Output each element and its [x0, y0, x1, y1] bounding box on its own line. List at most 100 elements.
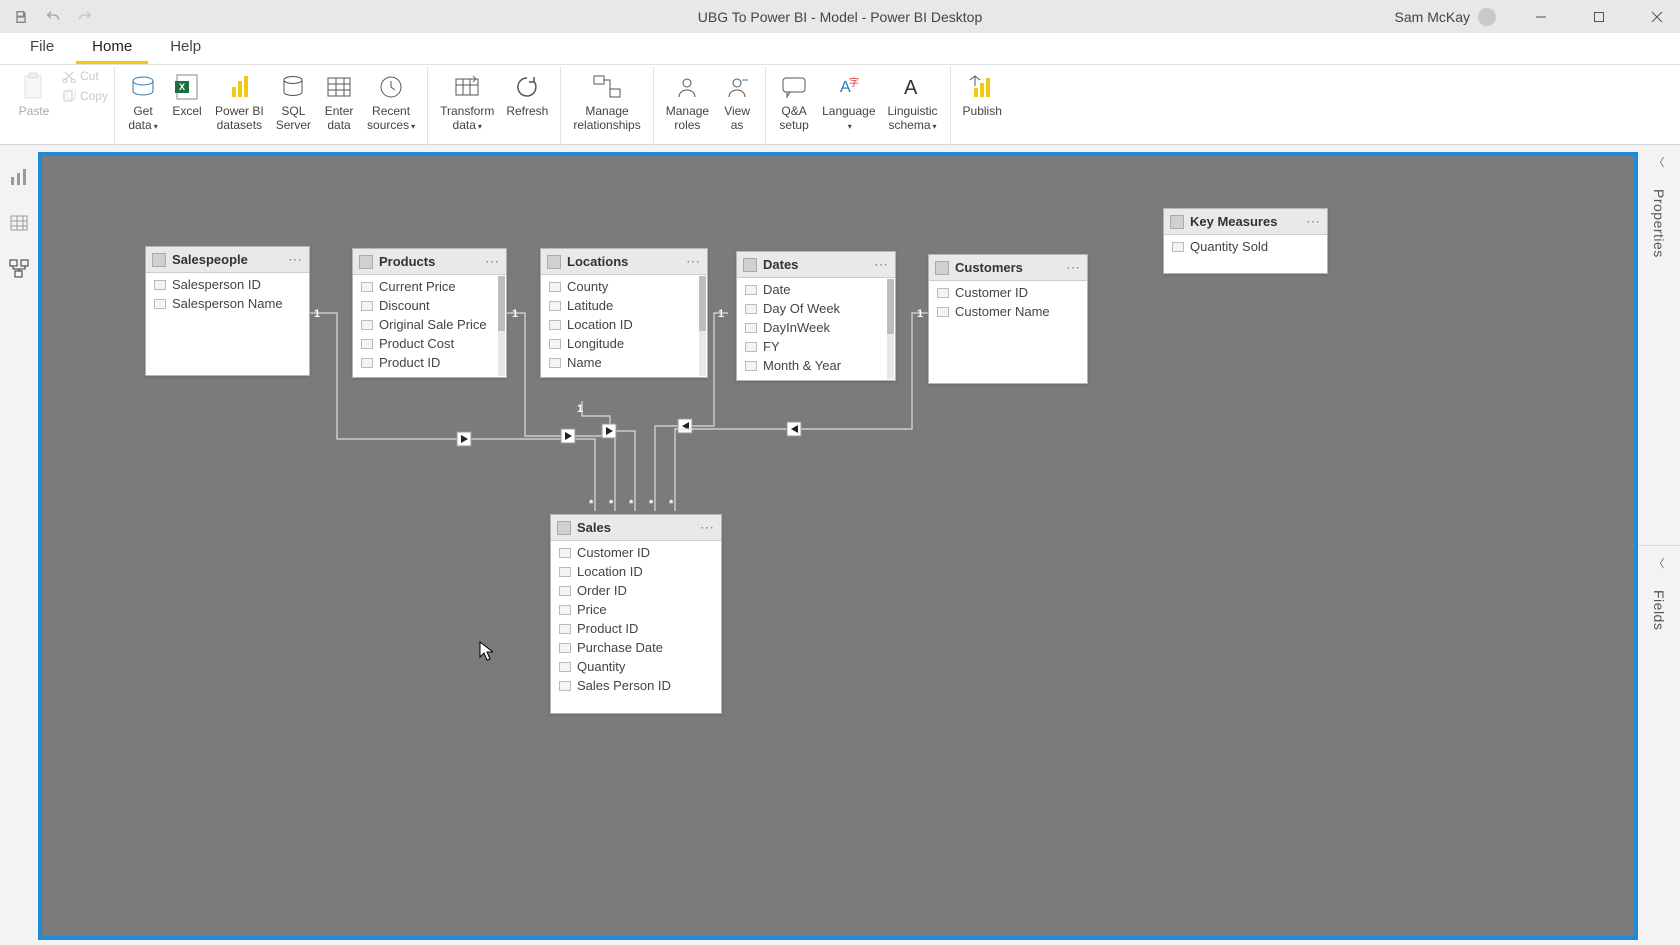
table-options-icon[interactable]: ⋯ — [1306, 213, 1321, 230]
field-row[interactable]: Original Sale Price — [353, 315, 506, 334]
field-row[interactable]: Customer Name — [929, 302, 1087, 321]
refresh-button[interactable]: Refresh — [500, 69, 554, 121]
data-view-button[interactable] — [7, 211, 31, 235]
redo-icon[interactable] — [76, 8, 94, 26]
table-header[interactable]: Salespeople ⋯ — [146, 247, 309, 273]
table-options-icon[interactable]: ⋯ — [288, 251, 303, 268]
table-options-icon[interactable]: ⋯ — [874, 256, 889, 273]
field-row[interactable]: Product ID — [551, 619, 721, 638]
get-data-button[interactable]: Get data▾ — [121, 69, 165, 135]
field-row[interactable]: Purchase Date — [551, 638, 721, 657]
paste-icon — [18, 71, 50, 103]
model-canvas[interactable]: 1 * 1 * 1 * 1 * 1 — [38, 152, 1638, 940]
field-row[interactable]: Latitude — [541, 296, 707, 315]
field-row[interactable]: Day Of Week — [737, 299, 895, 318]
scrollbar[interactable] — [498, 276, 505, 376]
table-options-icon[interactable]: ⋯ — [700, 519, 715, 536]
field-row[interactable]: Price — [551, 600, 721, 619]
model-view-button[interactable] — [7, 257, 31, 281]
table-header[interactable]: Customers ⋯ — [929, 255, 1087, 281]
field-row[interactable]: Customer ID — [551, 543, 721, 562]
ribbon: Paste Cut Copy Get data▾ X Excel Power B… — [0, 65, 1680, 145]
field-row[interactable]: Salesperson ID — [146, 275, 309, 294]
excel-icon: X — [171, 71, 203, 103]
save-icon[interactable] — [12, 8, 30, 26]
table-customers[interactable]: Customers ⋯ Customer ID Customer Name — [928, 254, 1088, 384]
svg-text:字: 字 — [849, 76, 859, 89]
recent-sources-button[interactable]: Recent sources▾ — [361, 69, 421, 135]
tab-file[interactable]: File — [14, 32, 70, 64]
expand-properties-button[interactable]: 〈 — [1638, 145, 1680, 179]
linguistic-schema-button[interactable]: A Linguistic schema▾ — [882, 69, 944, 135]
svg-text:1: 1 — [917, 308, 923, 320]
view-as-button[interactable]: View as — [715, 69, 759, 135]
field-row[interactable]: Location ID — [551, 562, 721, 581]
manage-relationships-button[interactable]: Manage relationships — [567, 69, 646, 135]
field-row[interactable]: Customer ID — [929, 283, 1087, 302]
maximize-button[interactable] — [1576, 0, 1622, 33]
table-locations[interactable]: Locations ⋯ County Latitude Location ID … — [540, 248, 708, 378]
table-salespeople[interactable]: Salespeople ⋯ Salesperson ID Salesperson… — [145, 246, 310, 376]
table-icon — [547, 255, 561, 269]
tab-home[interactable]: Home — [76, 32, 148, 64]
pbi-datasets-button[interactable]: Power BI datasets — [209, 69, 270, 135]
table-header[interactable]: Products ⋯ — [353, 249, 506, 275]
language-button[interactable]: A字 Language▾ — [816, 69, 881, 135]
field-row[interactable]: County — [541, 277, 707, 296]
field-row[interactable]: Current Price — [353, 277, 506, 296]
field-row[interactable]: Quantity — [551, 657, 721, 676]
properties-pane-collapsed[interactable]: Properties — [1638, 179, 1680, 545]
field-row[interactable]: Longitude — [541, 334, 707, 353]
table-header[interactable]: Locations ⋯ — [541, 249, 707, 275]
field-row[interactable]: Location ID — [541, 315, 707, 334]
table-products[interactable]: Products ⋯ Current Price Discount Origin… — [352, 248, 507, 378]
close-button[interactable] — [1634, 0, 1680, 33]
field-row[interactable]: Sales Person ID — [551, 676, 721, 695]
scrollbar[interactable] — [699, 276, 706, 376]
tab-help[interactable]: Help — [154, 32, 217, 64]
sql-server-button[interactable]: SQL Server — [270, 69, 317, 135]
table-options-icon[interactable]: ⋯ — [1066, 259, 1081, 276]
scrollbar[interactable] — [887, 279, 894, 379]
field-row[interactable]: Date — [737, 280, 895, 299]
table-header[interactable]: Key Measures ⋯ — [1164, 209, 1327, 235]
field-row[interactable]: DayInWeek — [737, 318, 895, 337]
table-options-icon[interactable]: ⋯ — [485, 253, 500, 270]
field-row[interactable]: Salesperson Name — [146, 294, 309, 313]
field-icon — [361, 339, 373, 349]
excel-button[interactable]: X Excel — [165, 69, 209, 121]
ribbon-group-security: Manage roles View as — [654, 67, 766, 145]
field-row[interactable]: FY — [737, 337, 895, 356]
publish-button[interactable]: Publish — [957, 69, 1008, 121]
enter-data-button[interactable]: Enter data — [317, 69, 361, 135]
field-row[interactable]: Name — [541, 353, 707, 372]
cut-icon — [62, 69, 76, 83]
field-row[interactable]: Discount — [353, 296, 506, 315]
undo-icon[interactable] — [44, 8, 62, 26]
field-row[interactable]: Product ID — [353, 353, 506, 372]
field-icon — [745, 342, 757, 352]
field-row[interactable]: Product Cost — [353, 334, 506, 353]
field-row[interactable]: Quantity Sold — [1164, 237, 1327, 256]
report-view-button[interactable] — [7, 165, 31, 189]
table-options-icon[interactable]: ⋯ — [686, 253, 701, 270]
field-icon — [559, 548, 571, 558]
fields-pane-collapsed[interactable]: Fields — [1638, 580, 1680, 945]
qa-setup-button[interactable]: Q&A setup — [772, 69, 816, 135]
transform-data-button[interactable]: Transform data▾ — [434, 69, 500, 135]
account-user[interactable]: Sam McKay — [1395, 8, 1496, 26]
field-icon — [559, 643, 571, 653]
manage-roles-icon — [671, 71, 703, 103]
table-header[interactable]: Dates ⋯ — [737, 252, 895, 278]
table-sales[interactable]: Sales ⋯ Customer ID Location ID Order ID… — [550, 514, 722, 714]
manage-roles-button[interactable]: Manage roles — [660, 69, 715, 135]
table-header[interactable]: Sales ⋯ — [551, 515, 721, 541]
table-dates[interactable]: Dates ⋯ Date Day Of Week DayInWeek FY Mo… — [736, 251, 896, 381]
ribbon-group-qa: Q&A setup A字 Language▾ A Linguistic sche… — [766, 67, 950, 145]
table-icon — [152, 253, 166, 267]
minimize-button[interactable] — [1518, 0, 1564, 33]
field-row[interactable]: Order ID — [551, 581, 721, 600]
field-row[interactable]: Month & Year — [737, 356, 895, 375]
table-key-measures[interactable]: Key Measures ⋯ Quantity Sold — [1163, 208, 1328, 274]
expand-fields-button[interactable]: 〈 — [1638, 546, 1680, 580]
